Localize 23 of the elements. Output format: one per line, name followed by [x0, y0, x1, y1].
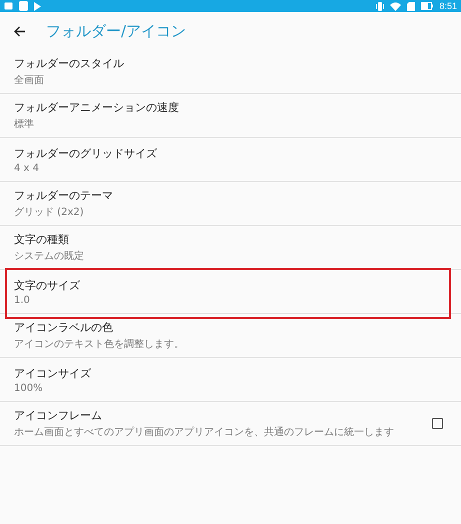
setting-summary: 4 x 4	[14, 162, 40, 174]
setting-title[interactable]: フォルダーアニメーションの速度	[14, 100, 447, 115]
page-title: フォルダー/アイコン	[46, 22, 186, 40]
setting-summary: 1.0	[14, 294, 31, 306]
checkbox[interactable]	[432, 418, 443, 429]
setting-summary: 標準	[14, 118, 35, 131]
setting-title[interactable]: 文字の種類	[14, 232, 447, 247]
clock: 8:51	[439, 1, 457, 11]
setting-title[interactable]: フォルダーのグリッドサイズ	[14, 146, 447, 160]
setting-title[interactable]: 文字のサイズ	[14, 278, 447, 292]
setting-summary: アイコンのテキスト色を調整します。	[14, 338, 185, 351]
battery-icon	[421, 2, 434, 10]
setting-title[interactable]: アイコンフレーム	[14, 408, 432, 423]
back-arrow-icon[interactable]	[14, 26, 26, 36]
setting-summary: ホーム画面とすべてのアプリ画面のアプリアイコンを、共通のフレームに統一します	[14, 426, 395, 439]
setting-title[interactable]: アイコンサイズ	[14, 366, 447, 380]
setting-summary: 全画面	[14, 74, 45, 87]
setting-title[interactable]: アイコンラベルの色	[14, 320, 447, 335]
setting-summary: システムの既定	[14, 250, 85, 263]
setting-title[interactable]: フォルダーのスタイル	[14, 56, 447, 71]
setting-title[interactable]: フォルダーのテーマ	[14, 188, 447, 203]
setting-summary: グリッド (2x2)	[14, 206, 85, 219]
setting-summary: 100%	[14, 382, 44, 394]
